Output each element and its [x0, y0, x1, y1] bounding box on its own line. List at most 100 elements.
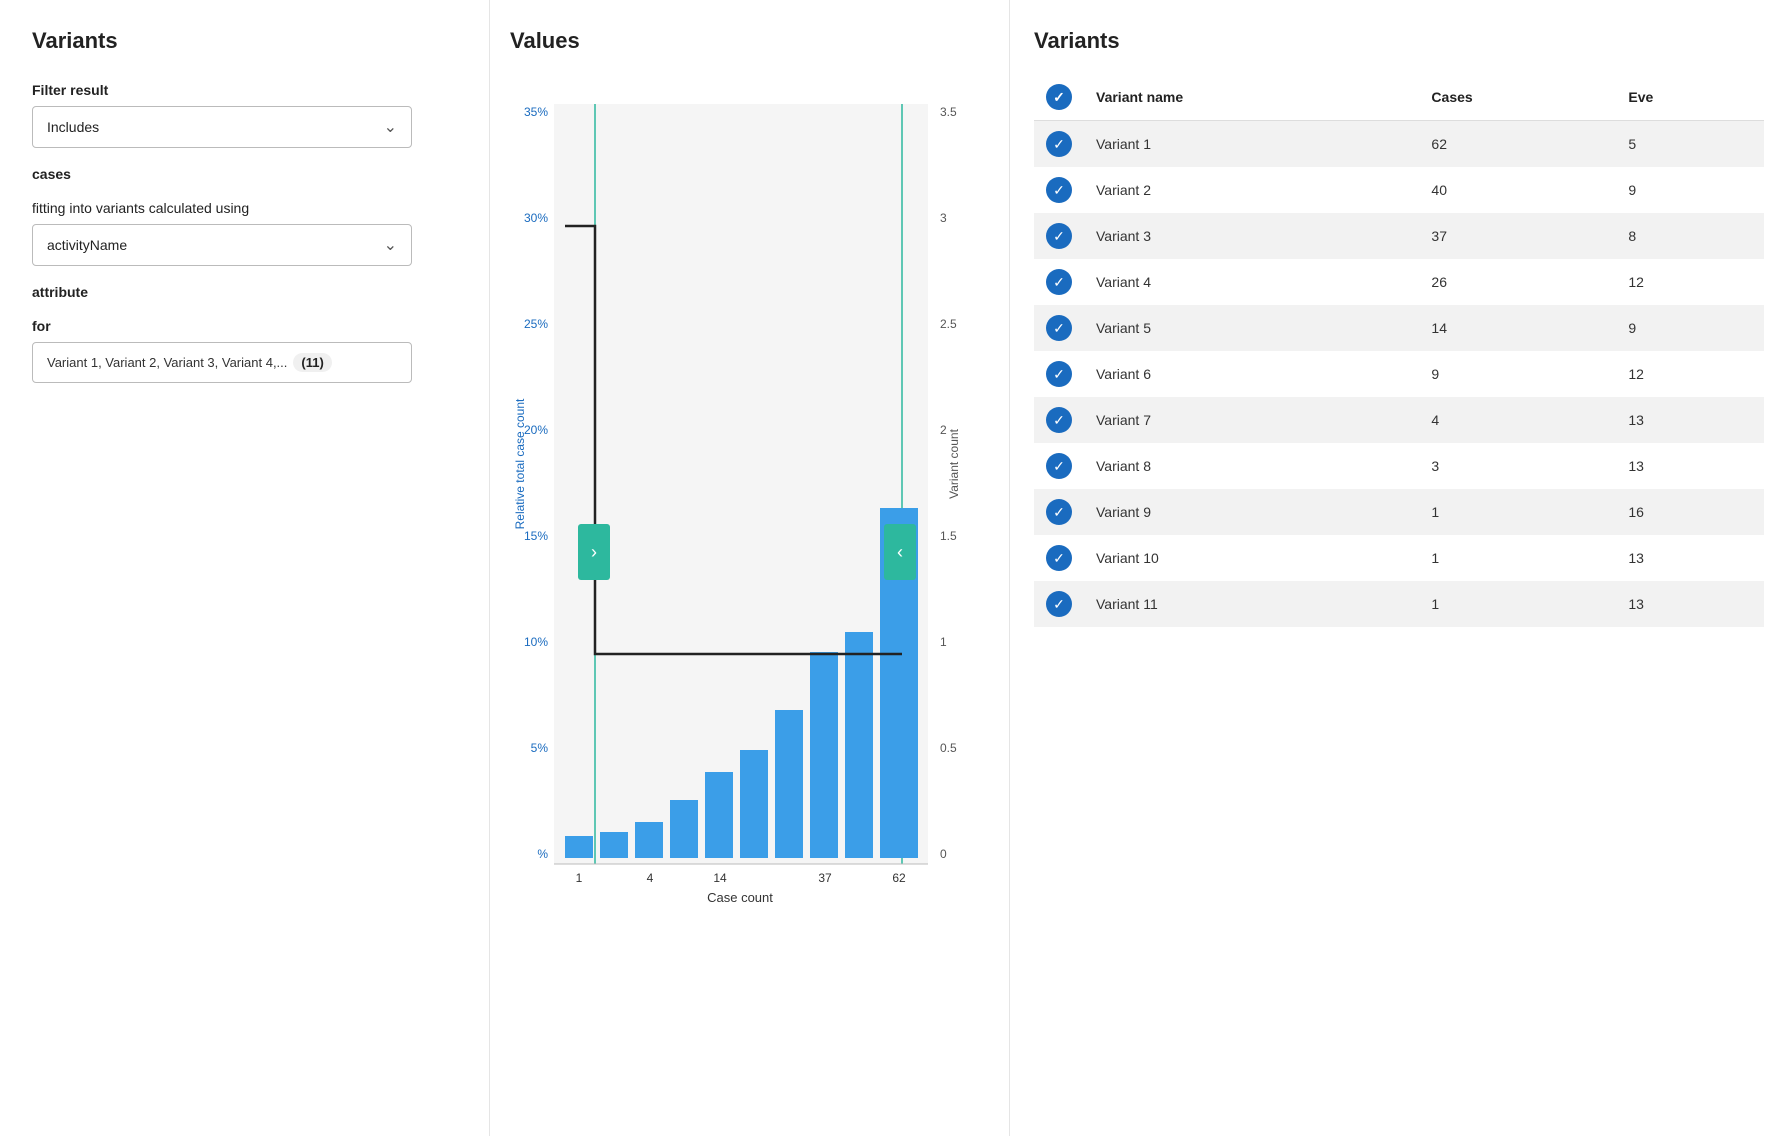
row-variant-name: Variant 9: [1084, 489, 1419, 535]
row-check-cell[interactable]: ✓: [1034, 213, 1084, 259]
for-label: for: [32, 318, 457, 334]
check-circle-icon[interactable]: ✓: [1046, 453, 1072, 479]
x-tick-14: 14: [713, 871, 727, 885]
row-variant-name: Variant 10: [1084, 535, 1419, 581]
row-eve: 13: [1616, 581, 1764, 627]
row-cases: 4: [1419, 397, 1616, 443]
svg-text:20%: 20%: [524, 423, 548, 437]
row-check-cell[interactable]: ✓: [1034, 489, 1084, 535]
check-circle-icon[interactable]: ✓: [1046, 223, 1072, 249]
chart-title: Values: [510, 28, 989, 54]
row-variant-name: Variant 1: [1084, 121, 1419, 168]
for-value: Variant 1, Variant 2, Variant 3, Variant…: [47, 355, 287, 370]
bar-6: [740, 750, 768, 858]
table-row: ✓Variant 2409: [1034, 167, 1764, 213]
table-row: ✓Variant 10113: [1034, 535, 1764, 581]
row-check-cell[interactable]: ✓: [1034, 581, 1084, 627]
row-eve: 13: [1616, 397, 1764, 443]
cases-label: cases: [32, 166, 457, 182]
row-check-cell[interactable]: ✓: [1034, 397, 1084, 443]
row-eve: 9: [1616, 305, 1764, 351]
svg-text:35%: 35%: [524, 105, 548, 119]
check-circle-icon[interactable]: ✓: [1046, 545, 1072, 571]
row-variant-name: Variant 6: [1084, 351, 1419, 397]
row-cases: 1: [1419, 489, 1616, 535]
row-variant-name: Variant 8: [1084, 443, 1419, 489]
bar-4: [670, 800, 698, 858]
fitting-label: fitting into variants calculated using: [32, 200, 457, 216]
row-eve: 16: [1616, 489, 1764, 535]
chevron-down-icon: ⌄: [384, 117, 397, 137]
check-circle-icon[interactable]: ✓: [1046, 269, 1072, 295]
row-cases: 3: [1419, 443, 1616, 489]
for-section: for Variant 1, Variant 2, Variant 3, Var…: [32, 318, 457, 383]
row-check-cell[interactable]: ✓: [1034, 167, 1084, 213]
right-panel: Variants ✓ Variant name Cases Eve ✓Varia…: [1010, 0, 1788, 1136]
row-cases: 40: [1419, 167, 1616, 213]
row-eve: 5: [1616, 121, 1764, 168]
x-tick-4: 4: [647, 871, 654, 885]
row-check-cell[interactable]: ✓: [1034, 305, 1084, 351]
row-variant-name: Variant 3: [1084, 213, 1419, 259]
svg-text:3: 3: [940, 211, 947, 225]
svg-text:10%: 10%: [524, 635, 548, 649]
row-cases: 62: [1419, 121, 1616, 168]
row-cases: 14: [1419, 305, 1616, 351]
attribute-label: attribute: [32, 284, 457, 300]
y-axis-right-label: Variant count: [947, 428, 961, 498]
x-tick-1: 1: [576, 871, 583, 885]
table-row: ✓Variant 6912: [1034, 351, 1764, 397]
svg-text:%: %: [537, 847, 548, 861]
row-check-cell[interactable]: ✓: [1034, 351, 1084, 397]
row-eve: 13: [1616, 535, 1764, 581]
row-check-cell[interactable]: ✓: [1034, 259, 1084, 305]
attribute-section: attribute: [32, 284, 457, 300]
header-check-circle[interactable]: ✓: [1046, 84, 1072, 110]
row-eve: 13: [1616, 443, 1764, 489]
cases-section: cases: [32, 166, 457, 182]
bar-5: [705, 772, 733, 858]
bar-8: [810, 652, 838, 858]
y-axis-left-label: Relative total case count: [513, 398, 527, 529]
table-row: ✓Variant 42612: [1034, 259, 1764, 305]
check-circle-icon[interactable]: ✓: [1046, 407, 1072, 433]
table-row: ✓ Variant 5149: [1034, 305, 1764, 351]
table-row: ✓ Variant 8313: [1034, 443, 1764, 489]
check-circle-icon[interactable]: ✓: [1046, 591, 1072, 617]
right-panel-title: Variants: [1034, 28, 1764, 54]
svg-text:3.5: 3.5: [940, 105, 957, 119]
row-check-cell[interactable]: ✓: [1034, 443, 1084, 489]
row-check-cell[interactable]: ✓: [1034, 535, 1084, 581]
bar-1: [565, 836, 593, 858]
x-axis-label: Case count: [707, 890, 773, 905]
bar-9: [845, 632, 873, 858]
row-check-cell[interactable]: ✓: [1034, 121, 1084, 168]
svg-text:0: 0: [940, 847, 947, 861]
row-cases: 37: [1419, 213, 1616, 259]
svg-text:2.5: 2.5: [940, 317, 957, 331]
svg-text:25%: 25%: [524, 317, 548, 331]
x-tick-62: 62: [892, 871, 906, 885]
check-circle-icon[interactable]: ✓: [1046, 361, 1072, 387]
for-count: (11): [293, 353, 331, 372]
row-variant-name: Variant 5: [1084, 305, 1419, 351]
check-circle-icon[interactable]: ✓: [1046, 177, 1072, 203]
chart-nav-left-icon: ›: [591, 542, 597, 562]
chart-panel: Values Relative total case count Variant…: [490, 0, 1010, 1136]
fitting-section: fitting into variants calculated using a…: [32, 200, 457, 266]
variants-table: ✓ Variant name Cases Eve ✓Variant 1625✓V…: [1034, 74, 1764, 627]
row-variant-name: Variant 7: [1084, 397, 1419, 443]
chart-svg: Relative total case count Variant count …: [510, 74, 970, 894]
table-row: ✓ Variant 7413: [1034, 397, 1764, 443]
bar-3: [635, 822, 663, 858]
check-circle-icon[interactable]: ✓: [1046, 499, 1072, 525]
chart-area: Relative total case count Variant count …: [510, 74, 989, 924]
check-circle-icon[interactable]: ✓: [1046, 131, 1072, 157]
filter-result-label: Filter result: [32, 82, 457, 98]
activity-dropdown[interactable]: activityName ⌄: [32, 224, 412, 266]
filter-result-dropdown[interactable]: Includes ⌄: [32, 106, 412, 148]
check-circle-icon[interactable]: ✓: [1046, 315, 1072, 341]
row-cases: 9: [1419, 351, 1616, 397]
row-eve: 12: [1616, 259, 1764, 305]
x-tick-37: 37: [818, 871, 832, 885]
